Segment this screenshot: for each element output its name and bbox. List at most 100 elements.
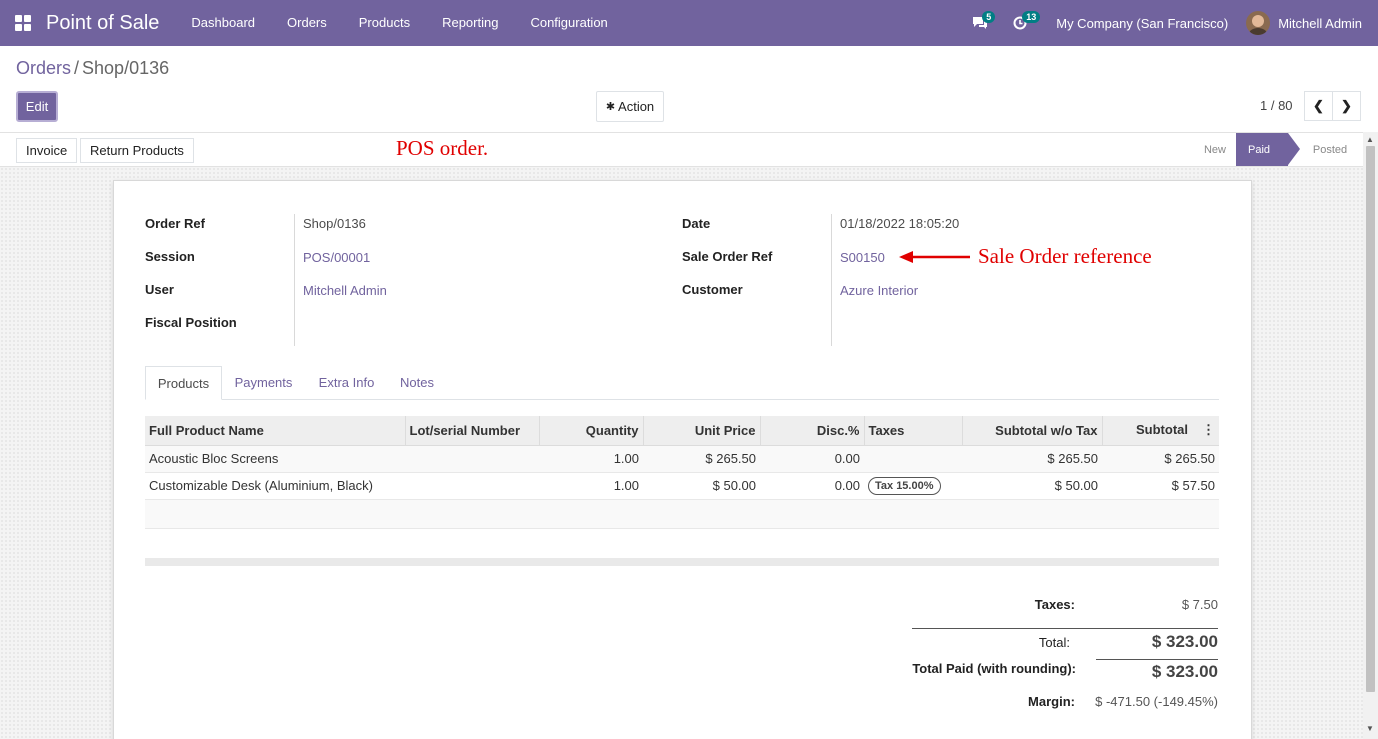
- optional-columns-icon[interactable]: ⋮: [1202, 422, 1215, 438]
- chevron-right-icon: ❯: [1341, 98, 1352, 113]
- pager-value[interactable]: 1 / 80: [1260, 98, 1293, 113]
- menu-orders[interactable]: Orders: [271, 0, 343, 46]
- order-ref-value: Shop/0136: [303, 216, 366, 231]
- edit-button[interactable]: Edit: [16, 91, 58, 122]
- total-paid-value: $ 323.00: [1151, 662, 1218, 681]
- scroll-thumb[interactable]: [1366, 146, 1375, 692]
- total-label: Total:: [1038, 635, 1070, 650]
- empty-row: [145, 499, 1219, 529]
- subtotal-wo-tax-cell: $ 50.00: [962, 472, 1102, 500]
- tab-notes[interactable]: Notes: [385, 366, 449, 400]
- annotation-pos-order: POS order.: [396, 136, 489, 160]
- app-menu-icon[interactable]: [0, 0, 46, 46]
- scrollbar[interactable]: ▲ ▼: [1363, 132, 1378, 739]
- col-header-subtotal-cell[interactable]: Subtotal ⋮: [1102, 416, 1219, 446]
- sale-order-ref-link[interactable]: S00150: [840, 250, 885, 265]
- messages-button[interactable]: 5: [960, 0, 1000, 46]
- statusbar: Invoice Return Products POS order. New P…: [0, 132, 1378, 167]
- menu-dashboard[interactable]: Dashboard: [175, 0, 271, 46]
- sale-order-ref-label: Sale Order Ref: [682, 249, 773, 264]
- date-label: Date: [682, 216, 711, 231]
- action-label: Action: [618, 99, 655, 114]
- stage-paid[interactable]: Paid: [1236, 133, 1300, 166]
- user-menu[interactable]: Mitchell Admin: [1246, 11, 1378, 35]
- stage-new-label: New: [1203, 143, 1226, 156]
- empty-cell: [145, 499, 1219, 529]
- product-name-cell: Acoustic Bloc Screens: [145, 445, 405, 473]
- total-paid-label: Total Paid (with rounding):: [912, 661, 1076, 676]
- user-link[interactable]: Mitchell Admin: [303, 283, 387, 298]
- col-header-unit-price[interactable]: Unit Price: [643, 416, 761, 446]
- pager-next-button[interactable]: ❯: [1332, 91, 1361, 121]
- pager-previous-button[interactable]: ❮: [1304, 91, 1333, 121]
- chevron-left-icon: ❮: [1313, 98, 1324, 113]
- notebook-tabs: Products Payments Extra Info Notes: [145, 366, 1219, 400]
- taxes-total-label: Taxes:: [1034, 597, 1075, 612]
- annotation-arrow-icon: [899, 251, 970, 263]
- action-button[interactable]: ✱ Action: [596, 91, 664, 122]
- table-header-row: Full Product Name Lot/serial Number Quan…: [145, 416, 1219, 446]
- menu-reporting[interactable]: Reporting: [426, 0, 514, 46]
- lot-cell: [405, 445, 539, 473]
- field-divider-left: [294, 214, 295, 346]
- gear-icon: ✱: [605, 101, 616, 113]
- unit-price-cell: $ 265.50: [643, 445, 760, 473]
- app-title[interactable]: Point of Sale: [46, 12, 159, 35]
- lot-cell: [405, 472, 539, 500]
- margin-label: Margin:: [1028, 694, 1075, 709]
- col-header-discount[interactable]: Disc.%: [760, 416, 865, 446]
- quantity-cell: 1.00: [539, 445, 643, 473]
- breadcrumb-separator: /: [74, 58, 80, 78]
- subtotal-wo-tax-cell: $ 265.50: [962, 445, 1102, 473]
- scroll-up-arrow-icon[interactable]: ▲: [1366, 135, 1374, 144]
- invoice-button[interactable]: Invoice: [16, 138, 78, 163]
- col-header-taxes[interactable]: Taxes: [864, 416, 963, 446]
- order-lines-table: Full Product Name Lot/serial Number Quan…: [145, 416, 1219, 529]
- taxes-total-value: $ 7.50: [1181, 597, 1218, 612]
- col-header-quantity[interactable]: Quantity: [539, 416, 644, 446]
- activities-button[interactable]: 13: [1000, 0, 1041, 46]
- quantity-cell: 1.00: [539, 472, 643, 500]
- stage-new[interactable]: New: [1193, 133, 1237, 166]
- col-header-product[interactable]: Full Product Name: [145, 416, 406, 446]
- stage-posted-label: Posted: [1312, 143, 1348, 156]
- table-row[interactable]: Customizable Desk (Aluminium, Black) 1.0…: [145, 472, 1219, 500]
- menu-products[interactable]: Products: [343, 0, 426, 46]
- taxes-cell: [864, 445, 962, 473]
- stage-posted[interactable]: Posted: [1300, 133, 1360, 166]
- subtotal-cell: $ 265.50: [1102, 445, 1219, 473]
- tab-payments[interactable]: Payments: [225, 366, 302, 400]
- col-header-subtotal: Subtotal: [1136, 422, 1188, 438]
- margin-value: $ -471.50 (-149.45%): [1095, 694, 1218, 709]
- discount-cell: 0.00: [760, 445, 864, 473]
- customer-link[interactable]: Azure Interior: [840, 283, 918, 298]
- totals-divider: [912, 628, 1218, 629]
- messages-count-badge: 5: [982, 11, 996, 23]
- top-navbar: Point of Sale Dashboard Orders Products …: [0, 0, 1378, 46]
- tab-extra-info[interactable]: Extra Info: [308, 366, 385, 400]
- table-row[interactable]: Acoustic Bloc Screens 1.00 $ 265.50 0.00…: [145, 445, 1219, 473]
- unit-price-cell: $ 50.00: [643, 472, 760, 500]
- total-value: $ 323.00: [1151, 632, 1218, 651]
- session-label: Session: [145, 249, 195, 264]
- field-divider-right: [831, 214, 832, 346]
- subtotal-cell: $ 57.50: [1102, 472, 1219, 500]
- annotation-sale-order-reference: Sale Order reference: [978, 244, 1152, 268]
- return-products-button[interactable]: Return Products: [80, 138, 194, 163]
- user-label: User: [145, 282, 174, 297]
- menu-configuration[interactable]: Configuration: [514, 0, 623, 46]
- company-switcher[interactable]: My Company (San Francisco): [1040, 16, 1246, 31]
- breadcrumb: Orders / Shop/0136: [16, 58, 169, 79]
- scroll-down-arrow-icon[interactable]: ▼: [1366, 724, 1374, 733]
- user-name: Mitchell Admin: [1278, 15, 1362, 31]
- date-value: 01/18/2022 18:05:20: [840, 216, 960, 231]
- breadcrumb-orders[interactable]: Orders: [16, 58, 71, 78]
- tab-products[interactable]: Products: [145, 366, 222, 400]
- total-paid-divider: [1096, 659, 1218, 660]
- col-header-lot[interactable]: Lot/serial Number: [405, 416, 540, 446]
- col-header-subtotal-wo-tax[interactable]: Subtotal w/o Tax: [962, 416, 1103, 446]
- session-link[interactable]: POS/00001: [303, 250, 370, 265]
- fiscal-position-label: Fiscal Position: [145, 315, 237, 330]
- activities-count-badge: 13: [1022, 11, 1041, 23]
- tax-badge: Tax 15.00%: [868, 476, 941, 495]
